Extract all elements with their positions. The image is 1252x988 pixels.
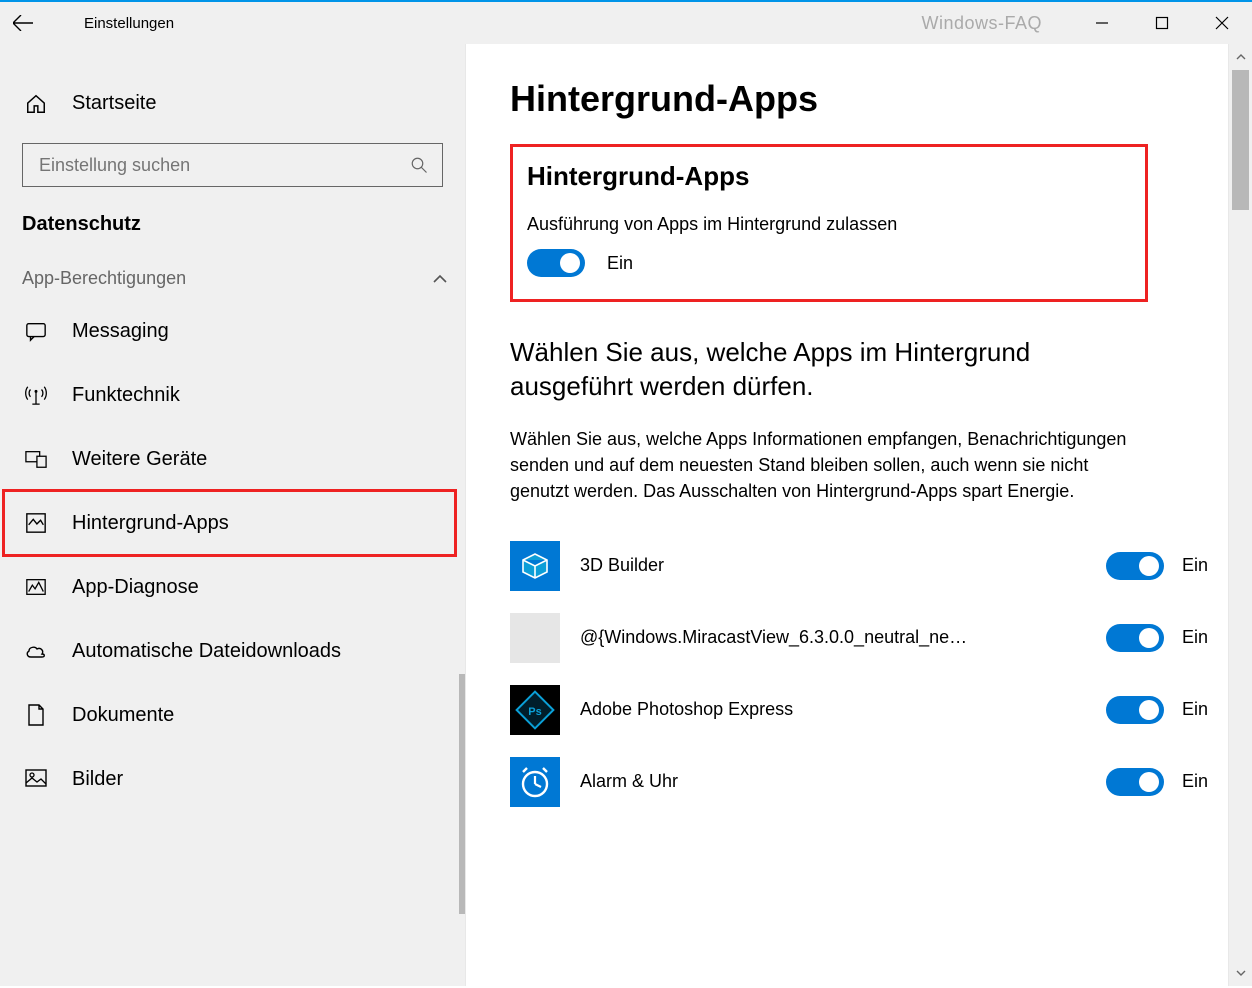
background-apps-icon — [22, 512, 50, 534]
app-name: Alarm & Uhr — [580, 771, 1068, 792]
maximize-button[interactable] — [1132, 2, 1192, 44]
home-link[interactable]: Startseite — [0, 78, 465, 129]
app-toggle[interactable] — [1106, 552, 1164, 580]
scroll-track[interactable] — [1229, 70, 1252, 960]
sidebar-item-images[interactable]: Bilder — [0, 747, 465, 811]
page-title: Hintergrund-Apps — [510, 78, 1208, 120]
master-toggle-state: Ein — [607, 253, 633, 274]
images-icon — [22, 769, 50, 789]
app-row-miracast: @{Windows.MiracastView_6.3.0.0_neutral_n… — [510, 602, 1208, 674]
highlight-annotation — [2, 489, 457, 557]
sidebar-item-label: App-Diagnose — [72, 576, 199, 599]
app-row-alarm: Alarm & Uhr Ein — [510, 746, 1208, 818]
sidebar-scrollbar[interactable] — [459, 674, 465, 914]
app-name: @{Windows.MiracastView_6.3.0.0_neutral_n… — [580, 627, 1068, 648]
watermark-text: Windows-FAQ — [921, 13, 1042, 34]
section-title: Hintergrund-Apps — [527, 161, 1131, 192]
app-toggle-state: Ein — [1182, 699, 1208, 720]
content-pane: Hintergrund-Apps Hintergrund-Apps Ausfüh… — [466, 44, 1228, 986]
search-icon — [410, 156, 428, 174]
toggle-knob — [560, 253, 580, 273]
back-button[interactable] — [0, 2, 46, 44]
search-field[interactable] — [22, 143, 443, 187]
app-icon — [510, 757, 560, 807]
close-icon — [1215, 16, 1229, 30]
section-label: App-Berechtigungen — [22, 268, 186, 289]
app-toggle[interactable] — [1106, 696, 1164, 724]
sidebar-item-devices[interactable]: Weitere Geräte — [0, 427, 465, 491]
home-label: Startseite — [72, 92, 156, 115]
sidebar-item-label: Bilder — [72, 768, 123, 791]
app-row-photoshop: Ps Adobe Photoshop Express Ein — [510, 674, 1208, 746]
app-icon: Ps — [510, 685, 560, 735]
scroll-thumb[interactable] — [1232, 70, 1249, 210]
diagnose-icon — [22, 576, 50, 598]
app-icon — [510, 613, 560, 663]
sidebar-item-label: Hintergrund-Apps — [72, 512, 229, 535]
app-row-3d-builder: 3D Builder Ein — [510, 530, 1208, 602]
scroll-down-icon[interactable] — [1229, 960, 1252, 986]
choose-title: Wählen Sie aus, welche Apps im Hintergru… — [510, 336, 1130, 404]
back-arrow-icon — [13, 15, 33, 31]
search-input[interactable] — [37, 154, 410, 177]
minimize-button[interactable] — [1072, 2, 1132, 44]
sidebar-item-label: Dokumente — [72, 704, 174, 727]
content-scrollbar[interactable] — [1228, 44, 1252, 986]
cloud-icon — [22, 642, 50, 660]
sidebar: Startseite Datenschutz App-Berechtigunge… — [0, 44, 466, 986]
messaging-icon — [22, 320, 50, 342]
chevron-up-icon — [433, 274, 447, 284]
sidebar-item-label: Messaging — [72, 320, 169, 343]
window-title: Einstellungen — [84, 15, 174, 32]
app-name: Adobe Photoshop Express — [580, 699, 1068, 720]
choose-description: Wählen Sie aus, welche Apps Informatione… — [510, 426, 1130, 504]
sidebar-item-radio[interactable]: Funktechnik — [0, 363, 465, 427]
allow-label: Ausführung von Apps im Hintergrund zulas… — [527, 214, 1131, 235]
sidebar-item-cloud-downloads[interactable]: Automatische Dateidownloads — [0, 619, 465, 683]
sidebar-item-label: Automatische Dateidownloads — [72, 640, 341, 663]
titlebar: Einstellungen Windows-FAQ — [0, 2, 1252, 44]
radio-tower-icon — [22, 384, 50, 406]
minimize-icon — [1095, 16, 1109, 30]
category-title: Datenschutz — [0, 213, 465, 258]
app-name: 3D Builder — [580, 555, 1068, 576]
app-toggle[interactable] — [1106, 624, 1164, 652]
sidebar-item-background-apps[interactable]: Hintergrund-Apps — [0, 491, 465, 555]
home-icon — [22, 93, 50, 115]
sidebar-item-messaging[interactable]: Messaging — [0, 299, 465, 363]
devices-icon — [22, 448, 50, 470]
app-toggle[interactable] — [1106, 768, 1164, 796]
section-header[interactable]: App-Berechtigungen — [0, 258, 465, 299]
close-button[interactable] — [1192, 2, 1252, 44]
sidebar-item-label: Funktechnik — [72, 384, 180, 407]
sidebar-item-label: Weitere Geräte — [72, 448, 207, 471]
sidebar-item-diagnose[interactable]: App-Diagnose — [0, 555, 465, 619]
app-toggle-state: Ein — [1182, 771, 1208, 792]
app-toggle-state: Ein — [1182, 555, 1208, 576]
app-toggle-state: Ein — [1182, 627, 1208, 648]
sidebar-item-documents[interactable]: Dokumente — [0, 683, 465, 747]
maximize-icon — [1155, 16, 1169, 30]
scroll-up-icon[interactable] — [1229, 44, 1252, 70]
svg-text:Ps: Ps — [528, 706, 541, 718]
highlighted-section: Hintergrund-Apps Ausführung von Apps im … — [510, 144, 1148, 302]
master-toggle[interactable] — [527, 249, 585, 277]
app-icon — [510, 541, 560, 591]
document-icon — [22, 704, 50, 726]
